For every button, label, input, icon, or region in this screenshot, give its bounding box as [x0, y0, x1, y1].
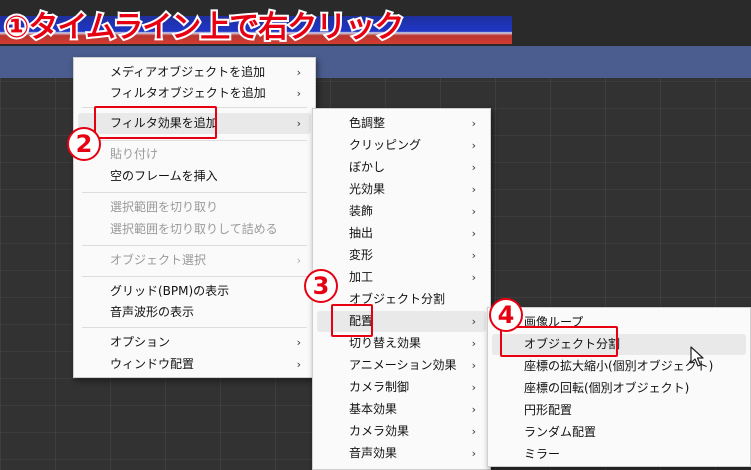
menu-item-label: 空のフレームを挿入: [110, 169, 218, 183]
chevron-right-icon: ›: [471, 205, 476, 218]
menu-item-decoration[interactable]: 装飾 ›: [317, 201, 486, 222]
menu-item-color-adjust[interactable]: 色調整 ›: [317, 113, 486, 134]
menu-item-label: 座標の拡大縮小(個別オブジェクト): [524, 359, 714, 373]
menu-item-add-filter-object[interactable]: フィルタオブジェクトを追加 ›: [78, 83, 311, 104]
menu-item-label: 加工: [349, 270, 374, 284]
menu-item-label: カメラ効果: [349, 424, 410, 438]
menu-item-label: 切り替え効果: [349, 336, 422, 350]
menu-item-label: ミラー: [524, 447, 561, 461]
menu-item-camera-control[interactable]: カメラ制御 ›: [317, 377, 486, 398]
chevron-right-icon: ›: [296, 358, 301, 371]
annotation-title: ①タイムライン上で右クリック: [2, 8, 406, 47]
highlight-add-filter-effect: [94, 106, 217, 139]
menu-divider: [82, 245, 307, 246]
chevron-right-icon: ›: [471, 447, 476, 460]
menu-item-process[interactable]: 加工 ›: [317, 267, 486, 288]
menu-item-random-placement[interactable]: ランダム配置: [492, 422, 746, 443]
step-number-2: 2: [67, 127, 101, 161]
chevron-right-icon: ›: [296, 254, 301, 267]
menu-item-cut-selection[interactable]: 選択範囲を切り取り: [78, 197, 311, 218]
menu-item-mirror[interactable]: ミラー: [492, 444, 746, 465]
menu-item-label: 変形: [349, 248, 374, 262]
menu-divider: [82, 140, 307, 141]
menu-item-audio-effect[interactable]: 音声効果 ›: [317, 443, 486, 464]
menu-item-label: 選択範囲を切り取りして詰める: [110, 222, 278, 236]
menu-item-scale-coords-individual[interactable]: 座標の拡大縮小(個別オブジェクト): [492, 356, 746, 377]
menu-item-cut-selection-ripple[interactable]: 選択範囲を切り取りして詰める: [78, 219, 311, 240]
chevron-right-icon: ›: [296, 117, 301, 130]
menu-item-options[interactable]: オプション ›: [78, 332, 311, 353]
step-number-4: 4: [489, 298, 523, 332]
chevron-right-icon: ›: [296, 336, 301, 349]
highlight-object-split: [500, 326, 618, 357]
chevron-right-icon: ›: [471, 227, 476, 240]
menu-item-blur[interactable]: ぼかし ›: [317, 157, 486, 178]
menu-item-transform[interactable]: 変形 ›: [317, 245, 486, 266]
chevron-right-icon: ›: [471, 249, 476, 262]
menu-item-add-media-object[interactable]: メディアオブジェクトを追加 ›: [78, 62, 311, 83]
menu-item-label: ランダム配置: [524, 425, 597, 439]
menu-item-label: 選択範囲を切り取り: [110, 200, 219, 214]
menu-item-label: アニメーション効果: [349, 358, 457, 372]
menu-item-extract[interactable]: 抽出 ›: [317, 223, 486, 244]
chevron-right-icon: ›: [471, 381, 476, 394]
menu-item-label: フィルタオブジェクトを追加: [110, 86, 266, 100]
menu-item-animation-effect[interactable]: アニメーション効果 ›: [317, 355, 486, 376]
menu-item-show-waveform[interactable]: 音声波形の表示: [78, 302, 311, 323]
menu-item-label: 円形配置: [524, 403, 573, 417]
menu-item-paste[interactable]: 貼り付け: [78, 144, 311, 165]
chevron-right-icon: ›: [471, 315, 476, 328]
menu-item-rotate-coords-individual[interactable]: 座標の回転(個別オブジェクト): [492, 378, 746, 399]
chevron-right-icon: ›: [471, 403, 476, 416]
menu-item-label: オプション: [110, 335, 171, 349]
highlight-placement: [331, 304, 373, 337]
menu-item-label: グリッド(BPM)の表示: [110, 284, 230, 298]
menu-item-light-effect[interactable]: 光効果 ›: [317, 179, 486, 200]
menu-item-label: メディアオブジェクトを追加: [110, 65, 266, 79]
menu-item-label: ぼかし: [349, 160, 386, 174]
menu-divider: [82, 327, 307, 328]
chevron-right-icon: ›: [471, 337, 476, 350]
menu-item-window-layout[interactable]: ウィンドウ配置 ›: [78, 354, 311, 375]
filter-effects-submenu: 色調整 › クリッピング › ぼかし › 光効果 › 装飾 › 抽出 › 変形 › 加工 › オ…: [312, 108, 491, 470]
menu-divider: [82, 192, 307, 193]
menu-item-label: 色調整: [349, 116, 386, 130]
menu-item-label: カメラ制御: [349, 380, 410, 394]
chevron-right-icon: ›: [296, 66, 301, 79]
menu-item-clipping[interactable]: クリッピング ›: [317, 135, 486, 156]
menu-item-object-select[interactable]: オブジェクト選択 ›: [78, 250, 311, 271]
menu-divider: [82, 276, 307, 277]
menu-item-circular-placement[interactable]: 円形配置: [492, 400, 746, 421]
chevron-right-icon: ›: [296, 87, 301, 100]
menu-item-label: オブジェクト選択: [110, 253, 207, 267]
menu-item-label: クリッピング: [349, 138, 422, 152]
menu-item-camera-effect[interactable]: カメラ効果 ›: [317, 421, 486, 442]
chevron-right-icon: ›: [471, 161, 476, 174]
menu-item-label: 音声効果: [349, 446, 398, 460]
mouse-cursor-icon: [690, 346, 704, 367]
chevron-right-icon: ›: [471, 271, 476, 284]
chevron-right-icon: ›: [471, 425, 476, 438]
menu-item-label: 抽出: [349, 226, 374, 240]
chevron-right-icon: ›: [471, 183, 476, 196]
menu-item-label: 貼り付け: [110, 147, 159, 161]
chevron-right-icon: ›: [471, 117, 476, 130]
menu-item-basic-effect[interactable]: 基本効果 ›: [317, 399, 486, 420]
menu-item-show-grid-bpm[interactable]: グリッド(BPM)の表示: [78, 281, 311, 302]
menu-item-insert-empty-frame[interactable]: 空のフレームを挿入: [78, 166, 311, 187]
step-number-3: 3: [304, 269, 338, 303]
menu-item-label: 基本効果: [349, 402, 398, 416]
menu-item-label: 光効果: [349, 182, 386, 196]
menu-item-label: 装飾: [349, 204, 374, 218]
menu-item-label: 座標の回転(個別オブジェクト): [524, 381, 690, 395]
chevron-right-icon: ›: [471, 139, 476, 152]
menu-item-label: ウィンドウ配置: [110, 357, 195, 371]
chevron-right-icon: ›: [471, 359, 476, 372]
menu-item-label: 音声波形の表示: [110, 305, 195, 319]
